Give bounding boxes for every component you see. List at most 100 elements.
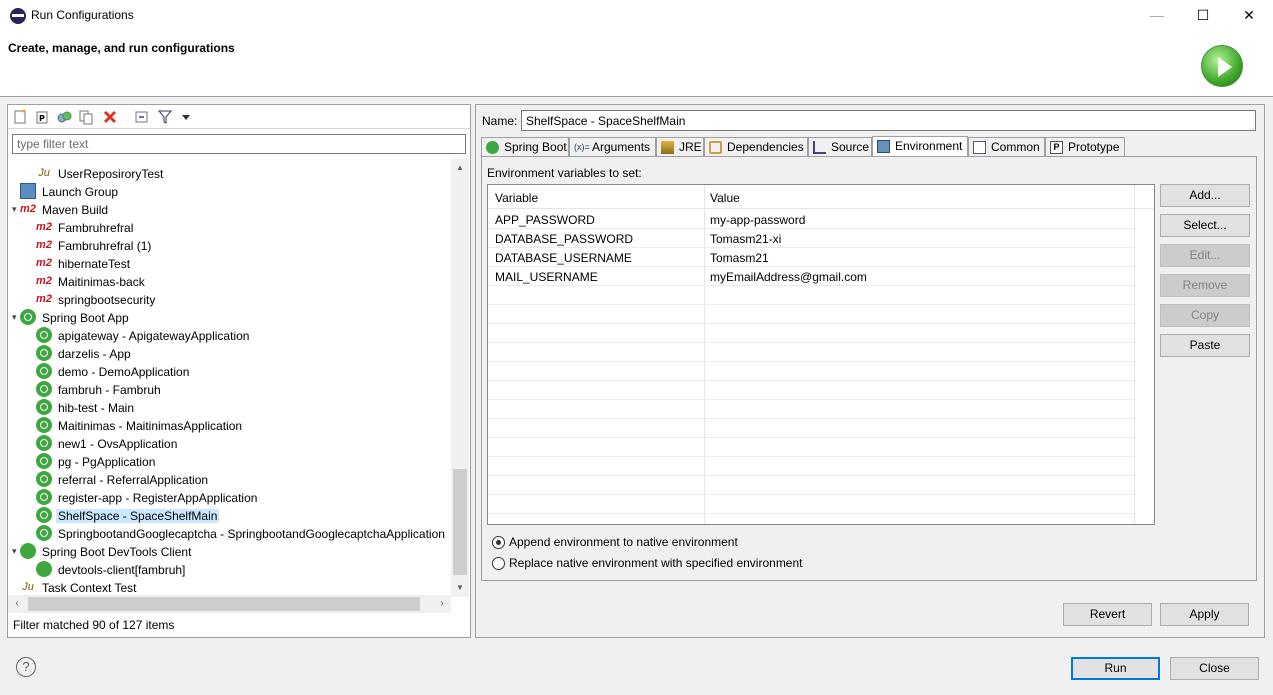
eclipse-icon [10,8,26,24]
arguments-icon: (x)= [574,142,590,152]
scroll-left-icon[interactable]: ‹ [8,595,26,613]
maximize-button[interactable]: ☐ [1180,0,1226,31]
revert-button[interactable]: Revert [1063,603,1152,626]
table-row[interactable] [488,362,1134,381]
tree-item[interactable]: hib-test - Main [36,398,136,416]
tree-item[interactable]: ShelfSpace - SpaceShelfMain [36,506,220,524]
tree-vertical-scrollbar[interactable]: ▲ ▼ [451,159,469,597]
maven-icon: m2 [20,202,36,215]
copy-button[interactable]: Copy [1160,304,1250,327]
tree-item[interactable]: m2 Fambruhrefral [36,218,135,236]
scroll-thumb[interactable] [453,469,467,575]
tree-item[interactable]: m2 hibernateTest [36,254,132,272]
tree-item-label: devtools-client[fambruh] [58,562,186,577]
tree-item[interactable]: referral - ReferralApplication [36,470,210,488]
expand-toggle-icon[interactable]: ▾ [12,542,17,560]
tree-item[interactable]: Launch Group [20,182,120,200]
spring-boot-icon [36,416,52,433]
minimize-button[interactable]: — [1134,0,1180,31]
replace-environment-option[interactable]: Replace native environment with specifie… [492,556,803,571]
table-row[interactable] [488,476,1134,495]
spring-boot-icon [36,344,52,361]
scroll-thumb[interactable] [28,597,420,611]
table-row[interactable] [488,438,1134,457]
table-row[interactable] [488,400,1134,419]
tree-item[interactable]: new1 - OvsApplication [36,434,179,452]
name-input[interactable] [521,110,1256,131]
paste-button[interactable]: Paste [1160,334,1250,357]
env-variables-table[interactable]: Variable Value APP_PASSWORD my-app-passwo… [487,184,1155,525]
tree-item[interactable]: ▾ Spring Boot DevTools Client [12,542,193,560]
scroll-up-icon[interactable]: ▲ [451,159,469,177]
tree-item[interactable]: register-app - RegisterAppApplication [36,488,259,506]
replace-radio[interactable] [492,557,505,571]
close-button[interactable]: Close [1170,657,1259,680]
table-row[interactable] [488,343,1134,362]
tab-dependencies[interactable]: Dependencies [704,137,808,157]
page-title: Create, manage, and run configurations [8,41,235,55]
table-row[interactable]: DATABASE_USERNAME Tomasm21 [488,248,1134,267]
run-button[interactable]: Run [1071,657,1160,680]
duplicate-icon[interactable] [78,109,94,125]
new-configuration-icon[interactable] [12,109,28,125]
edit-button[interactable]: Edit... [1160,244,1250,267]
table-row[interactable]: MAIL_USERNAME myEmailAddress@gmail.com [488,267,1134,286]
column-header-value[interactable]: Value [710,191,740,205]
tree-item[interactable]: Maitinimas - MaitinimasApplication [36,416,244,434]
table-row[interactable] [488,381,1134,400]
table-row[interactable] [488,305,1134,324]
apply-button[interactable]: Apply [1160,603,1249,626]
tab-source[interactable]: Source [808,137,872,157]
column-header-variable[interactable]: Variable [495,191,538,205]
view-menu-icon[interactable] [178,109,194,125]
scroll-down-icon[interactable]: ▼ [451,579,469,597]
expand-toggle-icon[interactable]: ▾ [12,308,17,326]
tree-item-label: Spring Boot DevTools Client [42,544,192,559]
table-row[interactable]: DATABASE_PASSWORD Tomasm21-xi [488,229,1134,248]
append-environment-option[interactable]: Append environment to native environment [492,535,738,550]
help-icon[interactable]: ? [16,657,36,677]
tree-horizontal-scrollbar[interactable]: ‹ › [8,595,451,613]
append-radio[interactable] [492,536,505,550]
tab-prototype[interactable]: P Prototype [1045,137,1125,157]
expand-toggle-icon[interactable]: ▾ [12,200,17,218]
table-row[interactable] [488,495,1134,514]
filter-input[interactable] [12,134,466,154]
tab-common[interactable]: Common [968,137,1045,157]
tab-arguments[interactable]: (x)= Arguments [569,137,656,157]
filter-icon[interactable] [157,109,173,125]
close-window-button[interactable]: ✕ [1226,0,1272,31]
delete-icon[interactable] [102,109,118,125]
export-icon[interactable] [56,109,72,125]
tree-item[interactable]: ▾ Spring Boot App [12,308,131,326]
tree-item[interactable]: demo - DemoApplication [36,362,191,380]
table-row[interactable] [488,457,1134,476]
new-prototype-icon[interactable]: P [34,109,50,125]
remove-button[interactable]: Remove [1160,274,1250,297]
tree-item[interactable]: fambruh - Fambruh [36,380,163,398]
collapse-all-icon[interactable] [134,109,150,125]
table-row[interactable]: APP_PASSWORD my-app-password [488,210,1134,229]
table-row[interactable] [488,324,1134,343]
tab-environment[interactable]: Environment [872,136,968,158]
tree-item-label: Task Context Test [42,580,137,595]
tab-spring-boot[interactable]: Spring Boot [481,137,569,157]
tree-item[interactable]: SpringbootandGooglecaptcha - Springboota… [36,524,447,542]
add-button[interactable]: Add... [1160,184,1250,207]
tree-item[interactable]: m2 springbootsecurity [36,290,157,308]
tree-item[interactable]: apigateway - ApigatewayApplication [36,326,251,344]
tree-item[interactable]: Ju UserReposiroryTest [36,164,165,182]
tab-jre[interactable]: JRE [656,137,704,157]
table-row[interactable] [488,286,1134,305]
scroll-right-icon[interactable]: › [433,595,451,613]
tree-item[interactable]: m2 Fambruhrefral (1) [36,236,153,254]
tree-item[interactable]: devtools-client[fambruh] [36,560,187,578]
select-button[interactable]: Select... [1160,214,1250,237]
tree-item[interactable]: m2 Maitinimas-back [36,272,147,290]
tree-item[interactable]: darzelis - App [36,344,133,362]
table-header: Variable Value [488,185,1154,209]
tree-item[interactable]: Ju Task Context Test [20,578,139,596]
table-row[interactable] [488,419,1134,438]
tree-item[interactable]: pg - PgApplication [36,452,157,470]
tree-item[interactable]: ▾ m2 Maven Build [12,200,110,218]
